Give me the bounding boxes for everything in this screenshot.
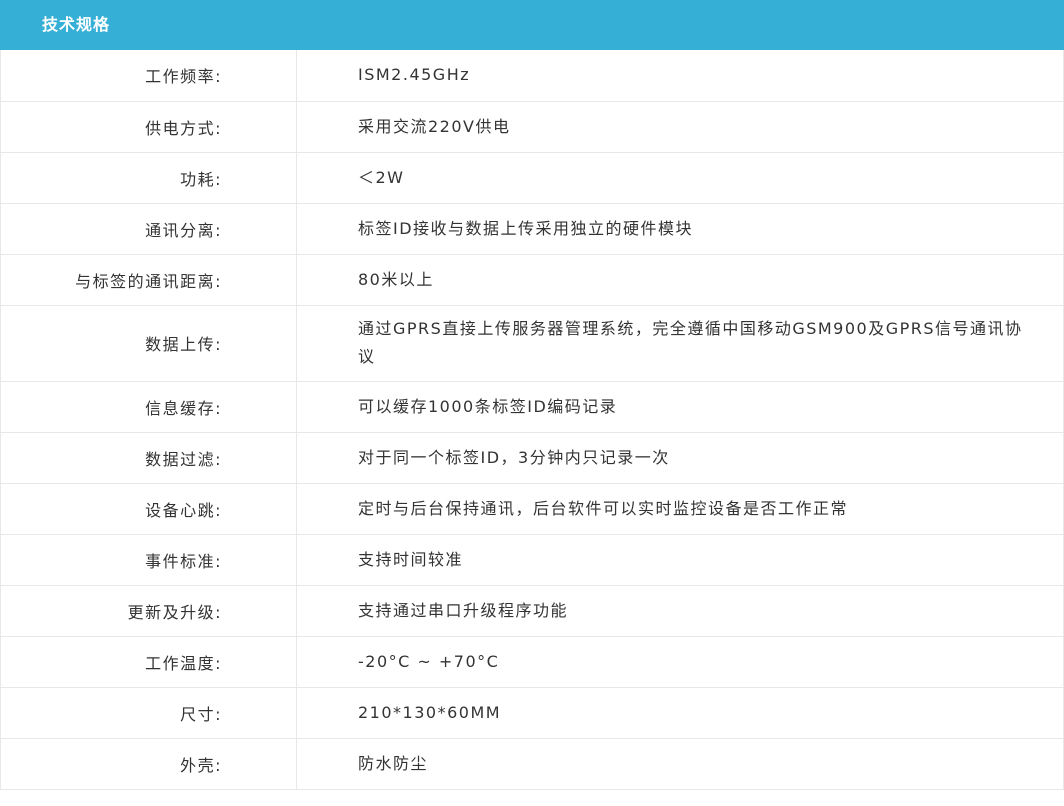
- spec-value: 通过GPRS直接上传服务器管理系统，完全遵循中国移动GSM900及GPRS信号通…: [296, 304, 1064, 382]
- table-row: 数据上传: 通过GPRS直接上传服务器管理系统，完全遵循中国移动GSM900及G…: [0, 304, 1064, 382]
- spec-value: 对于同一个标签ID，3分钟内只记录一次: [296, 431, 1064, 484]
- spec-value: 采用交流220V供电: [296, 100, 1064, 153]
- spec-label: 供电方式:: [0, 100, 297, 153]
- table-row: 供电方式: 采用交流220V供电: [0, 100, 1064, 153]
- spec-value: 防水防尘: [296, 737, 1064, 790]
- spec-label: 数据上传:: [0, 304, 297, 382]
- spec-label: 工作频率:: [0, 50, 297, 102]
- spec-label: 与标签的通讯距离:: [0, 253, 297, 306]
- spec-value: 定时与后台保持通讯，后台软件可以实时监控设备是否工作正常: [296, 482, 1064, 535]
- spec-label: 事件标准:: [0, 533, 297, 586]
- table-row: 事件标准: 支持时间较准: [0, 533, 1064, 586]
- spec-value: 支持通过串口升级程序功能: [296, 584, 1064, 637]
- table-row: 与标签的通讯距离: 80米以上: [0, 253, 1064, 306]
- table-row: 外壳: 防水防尘: [0, 737, 1064, 790]
- spec-value: -20°C ~ +70°C: [296, 635, 1064, 688]
- table-row: 尺寸: 210*130*60MM: [0, 686, 1064, 739]
- table-row: 信息缓存: 可以缓存1000条标签ID编码记录: [0, 380, 1064, 433]
- spec-label: 设备心跳:: [0, 482, 297, 535]
- spec-value: 可以缓存1000条标签ID编码记录: [296, 380, 1064, 433]
- table-row: 通讯分离: 标签ID接收与数据上传采用独立的硬件模块: [0, 202, 1064, 255]
- table-row: 工作频率: ISM2.45GHz: [0, 50, 1064, 102]
- spec-label: 工作温度:: [0, 635, 297, 688]
- table-row: 工作温度: -20°C ~ +70°C: [0, 635, 1064, 688]
- table-row: 设备心跳: 定时与后台保持通讯，后台软件可以实时监控设备是否工作正常: [0, 482, 1064, 535]
- spec-value: 标签ID接收与数据上传采用独立的硬件模块: [296, 202, 1064, 255]
- spec-value: 80米以上: [296, 253, 1064, 306]
- spec-label: 功耗:: [0, 151, 297, 204]
- spec-label: 信息缓存:: [0, 380, 297, 433]
- spec-value: 210*130*60MM: [296, 686, 1064, 739]
- spec-label: 数据过滤:: [0, 431, 297, 484]
- spec-value: 支持时间较准: [296, 533, 1064, 586]
- spec-header-bar: 技术规格: [0, 0, 1064, 50]
- spec-label: 更新及升级:: [0, 584, 297, 637]
- spec-label: 通讯分离:: [0, 202, 297, 255]
- spec-label: 尺寸:: [0, 686, 297, 739]
- table-row: 更新及升级: 支持通过串口升级程序功能: [0, 584, 1064, 637]
- table-row: 功耗: ＜2W: [0, 151, 1064, 204]
- page-title: 技术规格: [42, 15, 111, 34]
- spec-value: ISM2.45GHz: [296, 50, 1064, 102]
- table-row: 数据过滤: 对于同一个标签ID，3分钟内只记录一次: [0, 431, 1064, 484]
- spec-table: 工作频率: ISM2.45GHz 供电方式: 采用交流220V供电 功耗: ＜2…: [0, 50, 1064, 790]
- spec-label: 外壳:: [0, 737, 297, 790]
- spec-value: ＜2W: [296, 151, 1064, 204]
